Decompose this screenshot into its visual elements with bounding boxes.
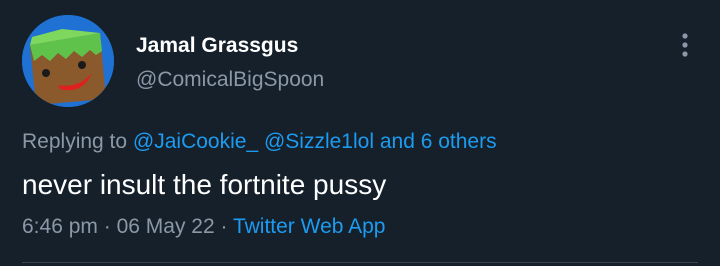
tweet-card: Jamal Grassgus @ComicalBigSpoon Replying… <box>0 0 720 266</box>
divider <box>22 262 698 263</box>
replying-to: Replying to @JaiCookie_ @Sizzle1lol and … <box>22 130 497 154</box>
tweet-meta: 6:46 pm · 06 May 22 · Twitter Web App <box>22 215 385 239</box>
mention-link[interactable]: @JaiCookie_ <box>133 130 258 153</box>
mention-link[interactable]: @Sizzle1lol <box>264 130 374 153</box>
tweet-text: never insult the fortnite pussy <box>22 169 387 200</box>
meta-separator: · <box>220 215 228 238</box>
avatar[interactable] <box>22 15 114 107</box>
tweet-source-link[interactable]: Twitter Web App <box>233 215 386 238</box>
more-options-button[interactable] <box>672 28 698 62</box>
author-handle[interactable]: @ComicalBigSpoon <box>136 68 324 92</box>
replying-to-label: Replying to <box>22 130 128 153</box>
more-vertical-icon <box>682 33 688 57</box>
meta-separator: · <box>103 215 111 238</box>
author-name[interactable]: Jamal Grassgus <box>136 34 298 58</box>
grass-block-face-icon <box>22 15 114 107</box>
tweet-date[interactable]: 06 May 22 <box>117 215 215 238</box>
tweet-time[interactable]: 6:46 pm <box>22 215 98 238</box>
others-link[interactable]: and 6 others <box>380 130 497 153</box>
